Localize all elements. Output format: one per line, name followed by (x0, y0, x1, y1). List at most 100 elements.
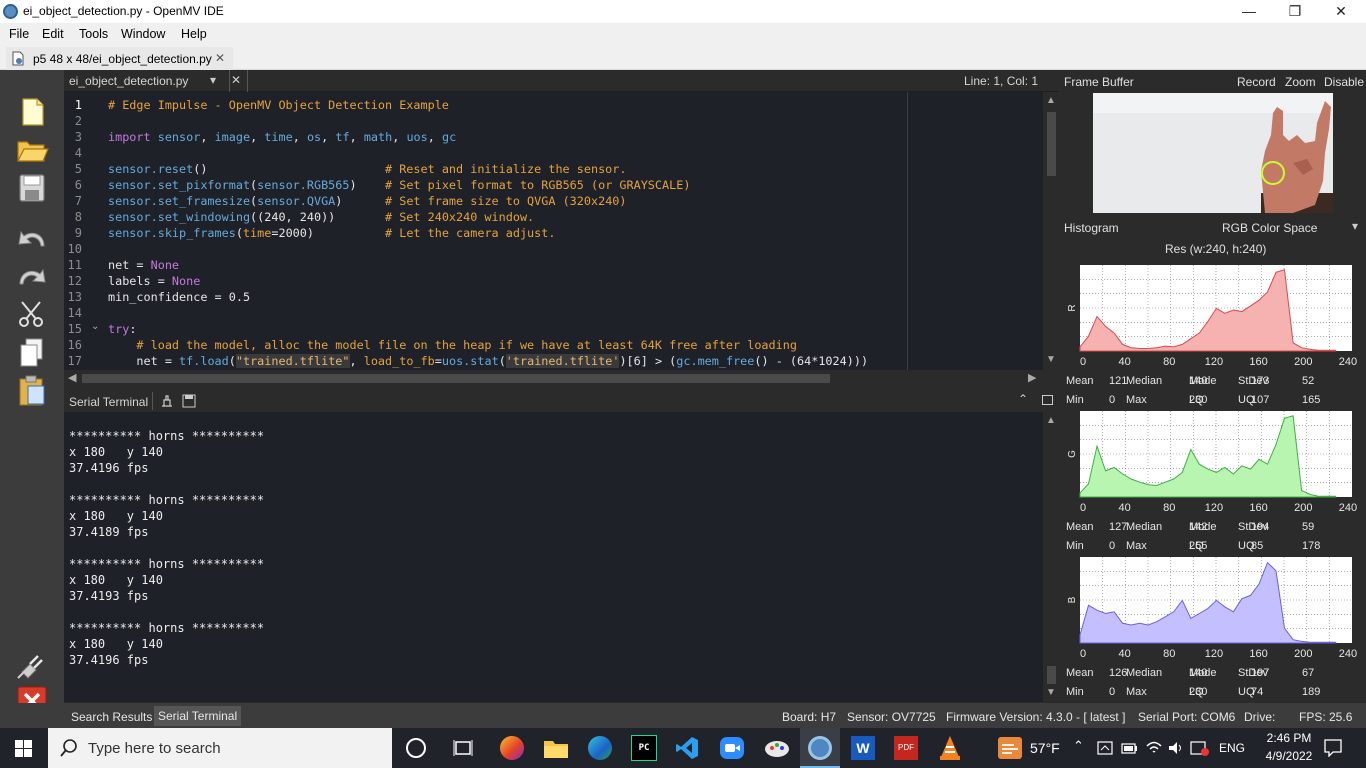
pycharm-icon[interactable]: PC (631, 735, 657, 761)
terminal-line: 37.4196 fps (69, 461, 149, 475)
menu-tools[interactable]: Tools (79, 27, 108, 41)
terminal-vertical-scrollbar[interactable]: ▲ ▼ (1043, 412, 1059, 702)
code-line[interactable]: sensor.set_pixformat(sensor.RGB565) # Se… (108, 177, 690, 193)
code-line[interactable]: labels = None (108, 273, 200, 289)
menu-window[interactable]: Window (121, 27, 165, 41)
disable-button[interactable]: Disable (1324, 75, 1364, 89)
code-token: : (129, 322, 137, 336)
cut-icon[interactable] (14, 298, 50, 330)
word-icon[interactable]: W (851, 736, 875, 760)
code-line[interactable]: sensor.reset() # Reset and initialize th… (108, 161, 626, 177)
color-space-select[interactable]: RGB Color Space (1222, 221, 1317, 235)
serial-terminal-output[interactable]: ********** horns ********** x 180 y 140 37… (64, 412, 1043, 702)
scroll-thumb[interactable] (1047, 112, 1056, 176)
stat-value: 0 (1109, 540, 1115, 552)
scroll-up-icon[interactable]: ▲ (1046, 415, 1056, 426)
close-file-icon[interactable]: ✕ (231, 73, 241, 87)
close-window-button[interactable]: ✕ (1318, 0, 1364, 23)
chevron-down-icon[interactable]: ▾ (210, 73, 216, 87)
firefox-icon[interactable] (500, 736, 524, 760)
windows-start-icon[interactable] (15, 740, 32, 757)
code-line[interactable]: try: (108, 321, 136, 337)
vlc-icon[interactable] (938, 735, 962, 761)
serial-terminal-tab[interactable]: Serial Terminal (154, 706, 242, 726)
file-explorer-icon[interactable] (543, 737, 569, 759)
openmv-icon (808, 736, 832, 760)
connect-icon[interactable] (14, 648, 50, 680)
code-line[interactable]: sensor.set_framesize(sensor.QVGA) # Set … (108, 193, 627, 209)
scroll-right-icon[interactable]: ▶ (1028, 371, 1036, 384)
copy-icon[interactable] (14, 336, 50, 368)
vscode-icon[interactable] (675, 736, 699, 760)
scroll-down-icon[interactable]: ▼ (1046, 354, 1056, 365)
clear-terminal-icon[interactable] (160, 394, 174, 408)
search-results-tab[interactable]: Search Results (71, 710, 152, 724)
menu-file[interactable]: File (9, 27, 29, 41)
record-button[interactable]: Record (1237, 75, 1276, 89)
scroll-up-icon[interactable]: ▲ (1046, 95, 1056, 106)
scroll-down-icon[interactable]: ▼ (1046, 687, 1056, 698)
minimize-button[interactable]: — (1226, 0, 1272, 23)
editor-vertical-scrollbar[interactable]: ▲ ▼ (1043, 92, 1059, 370)
code-token: os (306, 130, 322, 144)
notification-badge-icon[interactable] (1189, 738, 1209, 758)
code-token: # Reset and initialize the sensor. (385, 162, 627, 176)
scroll-thumb[interactable] (82, 374, 830, 383)
chevron-down-icon[interactable]: ▾ (1352, 219, 1358, 233)
code-editor[interactable]: 1 2 3 4 5 6 7 8 9 10 11 12 13 14 15 16 17 ⌄ # Edge Impuls… (64, 92, 1043, 370)
histogram-x-tick: 120 (1205, 502, 1223, 514)
menu-edit[interactable]: Edit (42, 27, 64, 41)
zoom-app-icon[interactable] (720, 737, 744, 759)
firmware-version[interactable]: Firmware Version: 4.3.0 - [ latest ] (946, 710, 1125, 724)
board-info: Board: H7 (782, 710, 837, 724)
paste-icon[interactable] (14, 374, 50, 406)
scroll-left-icon[interactable]: ◀ (68, 371, 76, 384)
zoom-button[interactable]: Zoom (1285, 75, 1316, 89)
code-lines[interactable]: # Edge Impulse - OpenMV Object Detection… (64, 97, 1043, 369)
save-log-icon[interactable] (182, 394, 196, 408)
undo-icon[interactable] (14, 222, 50, 254)
code-line[interactable]: min_confidence = 0.5 (108, 289, 250, 305)
chevron-up-icon[interactable]: ⌃ (1073, 738, 1084, 754)
new-file-icon[interactable] (14, 96, 50, 128)
code-line[interactable]: # Edge Impulse - OpenMV Object Detection… (108, 97, 449, 113)
code-line[interactable]: import sensor, image, time, os, tf, math… (108, 129, 456, 145)
code-line[interactable]: # load the model, alloc the model file o… (108, 337, 797, 353)
edge-icon[interactable] (588, 736, 612, 760)
file-selector[interactable]: ei_object_detection.py (69, 74, 188, 88)
wifi-icon[interactable] (1145, 739, 1163, 757)
document-tab[interactable]: p5 48 x 48/ei_object_detection.py ✕ (6, 47, 233, 70)
weather-icon[interactable] (998, 737, 1022, 759)
temperature[interactable]: 57°F (1030, 740, 1060, 756)
save-file-icon[interactable] (14, 172, 50, 204)
code-line[interactable]: sensor.skip_frames(time=2000) # Let the … (108, 225, 555, 241)
paint-icon[interactable] (764, 737, 790, 759)
code-line[interactable]: net = tf.load("trained.tflite", load_to_… (108, 353, 868, 369)
pdf-icon[interactable]: PDF (894, 736, 918, 760)
volume-icon[interactable] (1167, 739, 1185, 757)
cortana-icon[interactable] (406, 738, 426, 758)
code-token: ) (349, 178, 386, 192)
code-line[interactable]: sensor.set_windowing((240, 240)) # Set 2… (108, 209, 534, 225)
collapse-up-icon[interactable]: ⌃ (1018, 392, 1028, 406)
redo-icon[interactable] (14, 260, 50, 292)
scroll-thumb[interactable] (1047, 666, 1056, 684)
language-indicator[interactable]: ENG (1219, 741, 1245, 755)
float-panel-icon[interactable] (1042, 395, 1053, 405)
histogram-x-tick: 160 (1249, 356, 1267, 368)
stat-label: Min (1066, 686, 1084, 698)
editor-horizontal-scrollbar[interactable]: ◀ ▶ (64, 370, 1043, 386)
maximize-button[interactable]: ❐ (1272, 0, 1318, 23)
clock-date[interactable]: 4/9/2022 (1256, 749, 1322, 763)
action-center-icon[interactable] (1324, 739, 1342, 757)
openmv-taskbar-item[interactable] (800, 728, 840, 768)
taskbar-search-box[interactable]: Type here to search (48, 728, 392, 768)
document-tab-close-icon[interactable]: ✕ (215, 51, 225, 65)
menu-help[interactable]: Help (181, 27, 207, 41)
open-file-icon[interactable] (14, 134, 50, 166)
clock-time[interactable]: 2:46 PM (1256, 731, 1322, 745)
network-activity-icon[interactable] (1097, 740, 1115, 756)
code-line[interactable]: net = None (108, 257, 179, 273)
battery-icon[interactable] (1121, 740, 1139, 756)
task-view-icon[interactable] (453, 739, 473, 757)
